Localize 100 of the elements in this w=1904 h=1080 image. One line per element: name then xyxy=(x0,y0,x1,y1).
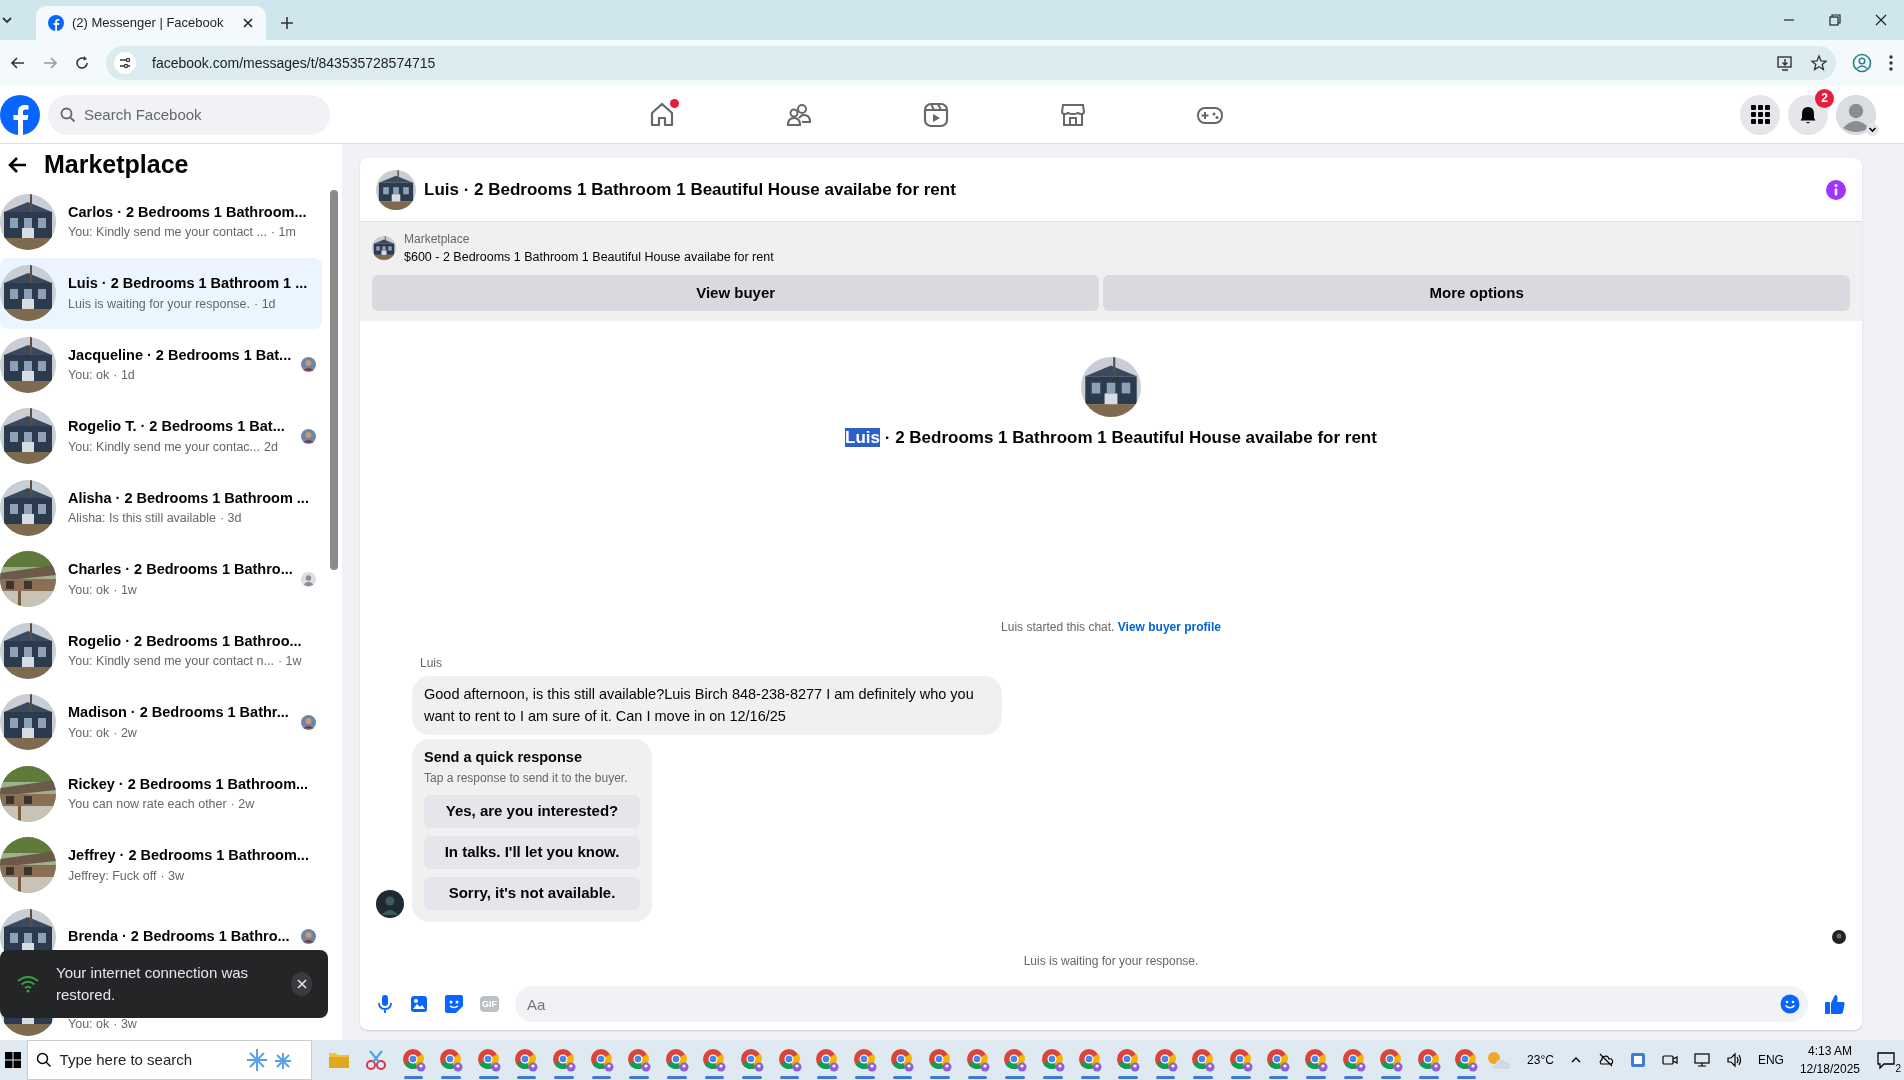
conversation-item[interactable]: Rogelio T. · 2 Bedrooms 1 Bat... You: Kindly send me your contac... 2d xyxy=(0,400,322,472)
quick-reply-button[interactable]: Yes, are you interested? xyxy=(424,795,640,828)
listing-heading: Luis · 2 Bedrooms 1 Bathroom 1 Beautiful House availabe for rent xyxy=(845,426,1377,449)
close-button[interactable] xyxy=(291,972,312,996)
video-icon[interactable] xyxy=(921,100,950,129)
microphone-icon[interactable] xyxy=(376,994,394,1014)
site-settings-icon[interactable] xyxy=(114,52,136,74)
reload-icon[interactable] xyxy=(74,55,90,71)
notifications-button[interactable] xyxy=(1788,94,1828,135)
profile-button[interactable] xyxy=(1836,94,1876,135)
chat-started-text: Luis started this chat. xyxy=(1001,619,1116,634)
network-icon[interactable] xyxy=(1693,1052,1710,1068)
scrollbar[interactable] xyxy=(1892,144,1904,1040)
chrome-icon[interactable] xyxy=(514,1048,539,1072)
chrome-icon[interactable] xyxy=(476,1048,501,1072)
chrome-icon[interactable] xyxy=(439,1048,464,1072)
browser-tab[interactable]: (2) Messenger | Facebook xyxy=(36,6,266,40)
chrome-icon[interactable] xyxy=(1078,1048,1103,1072)
conversation-item[interactable]: Rickey · 2 Bedrooms 1 Bathroom... You can now rate each other · 2w xyxy=(0,758,322,830)
chrome-icon[interactable] xyxy=(852,1048,877,1072)
chrome-icon[interactable] xyxy=(777,1048,802,1072)
quick-reply-button[interactable]: In talks. I'll let you know. xyxy=(424,836,640,869)
clock-date[interactable]: 12/18/2025 xyxy=(1799,1060,1860,1078)
chrome-icon[interactable] xyxy=(664,1048,689,1072)
chrome-icon[interactable] xyxy=(1303,1048,1328,1072)
conversation-name: Alisha · 2 Bedrooms 1 Bathroom ... xyxy=(68,488,310,508)
conversation-item[interactable]: Carlos · 2 Bedrooms 1 Bathroom... You: Kindly send me your contact ... · 1m xyxy=(0,186,322,258)
view-buyer-button[interactable]: View buyer xyxy=(372,274,1100,311)
message-preview: You: Kindly send me your contac... xyxy=(68,438,260,456)
sender-name: Luis xyxy=(420,654,442,672)
sticker-icon[interactable] xyxy=(444,994,464,1014)
chrome-icon[interactable] xyxy=(552,1048,577,1072)
search-field[interactable]: Search Facebook xyxy=(48,94,330,135)
install-icon[interactable] xyxy=(1776,54,1794,72)
conversation-name: Brenda · 2 Bedrooms 1 Bathro... xyxy=(68,926,291,946)
message-time: · 2w xyxy=(230,796,255,814)
scrollbar[interactable] xyxy=(330,190,338,570)
chrome-icon[interactable] xyxy=(1416,1048,1441,1072)
chrome-icon[interactable] xyxy=(1115,1048,1140,1072)
scissors-icon[interactable] xyxy=(365,1049,388,1071)
chrome-icon[interactable] xyxy=(1040,1048,1065,1072)
conversation-item[interactable]: Alisha · 2 Bedrooms 1 Bathroom ... Alisha: Is this still available · 3d xyxy=(0,472,322,544)
conversation-item[interactable]: Madison · 2 Bedrooms 1 Bathr... You: ok · 2w xyxy=(0,686,322,758)
conversation-item[interactable]: Rogelio · 2 Bedrooms 1 Bathroo... You: Kindly send me your contact n... · 1w xyxy=(0,615,322,687)
photo-icon[interactable] xyxy=(410,995,428,1013)
star-icon[interactable] xyxy=(1810,54,1828,72)
speaker-icon[interactable] xyxy=(1725,1052,1742,1068)
chrome-icon[interactable] xyxy=(1003,1048,1028,1072)
cloud-off-icon[interactable] xyxy=(1597,1052,1614,1068)
conversation-item[interactable]: Jacqueline · 2 Bedrooms 1 Bat... You: ok · 1d xyxy=(0,329,322,401)
view-buyer-profile-link[interactable]: View buyer profile xyxy=(1117,619,1221,634)
profile-icon[interactable] xyxy=(1852,53,1872,73)
chrome-icon[interactable] xyxy=(1191,1048,1216,1072)
quick-reply-button[interactable]: Sorry, it's not available. xyxy=(424,877,640,910)
info-icon[interactable] xyxy=(1826,179,1846,200)
more-icon[interactable] xyxy=(1888,54,1894,72)
avatar-icon xyxy=(1836,94,1876,135)
chrome-icon[interactable] xyxy=(1341,1048,1366,1072)
message-input[interactable]: Aa xyxy=(515,986,1808,1022)
chrome-icon[interactable] xyxy=(1153,1048,1178,1072)
message-preview: You can now rate each other xyxy=(68,796,227,814)
conversation-item[interactable]: Luis · 2 Bedrooms 1 Bathroom 1 ... Luis is waiting for your response. · 1d xyxy=(0,257,322,329)
forward-icon[interactable] xyxy=(42,55,58,71)
chrome-icon[interactable] xyxy=(589,1048,614,1072)
avatar-icon xyxy=(376,890,404,918)
chrome-icon[interactable] xyxy=(890,1048,915,1072)
back-icon[interactable] xyxy=(10,55,26,71)
chrome-icon[interactable] xyxy=(627,1048,652,1072)
close-icon[interactable] xyxy=(242,17,254,29)
close-icon[interactable] xyxy=(1874,13,1888,27)
chrome-icon[interactable] xyxy=(702,1048,727,1072)
chrome-icon[interactable] xyxy=(815,1048,840,1072)
thumbs-up-icon[interactable] xyxy=(1824,993,1846,1015)
menu-button[interactable] xyxy=(1740,94,1780,135)
chrome-icon[interactable] xyxy=(1228,1048,1253,1072)
language-indicator[interactable]: ENG xyxy=(1757,1051,1784,1069)
clock-time[interactable]: 4:13 AM xyxy=(1807,1042,1852,1060)
app-icon[interactable] xyxy=(1629,1052,1646,1068)
facebook-logo-icon[interactable] xyxy=(0,94,40,135)
chrome-icon[interactable] xyxy=(1266,1048,1291,1072)
chrome-icon[interactable] xyxy=(928,1048,952,1072)
chrome-icon[interactable] xyxy=(740,1048,765,1072)
conversation-item[interactable]: Charles · 2 Bedrooms 1 Bathro... You: ok · 1w xyxy=(0,543,322,615)
camera-icon[interactable] xyxy=(1661,1052,1678,1068)
conversation-item[interactable]: Jeffrey · 2 Bedrooms 1 Bathroom... Jeffrey: Fuck off · 3w xyxy=(0,829,322,901)
message-bubble: Good afternoon, is this still available?Luis Birch 848-238-8277 I am definitely who you want to rent to I am sure of it. Can I move in on 12/16/25 xyxy=(412,675,1002,736)
taskbar-search-field[interactable]: Type here to search xyxy=(26,1040,312,1080)
notification-center-icon[interactable] xyxy=(1876,1050,1896,1070)
message-preview: You: Kindly send me your contact ... xyxy=(68,224,267,242)
restore-icon[interactable] xyxy=(1828,13,1842,27)
message-preview: You: ok xyxy=(68,367,110,385)
new-tab-icon[interactable] xyxy=(280,16,294,30)
chrome-icon[interactable] xyxy=(1379,1048,1404,1072)
chrome-icon[interactable] xyxy=(1454,1048,1479,1072)
chrome-icon[interactable] xyxy=(965,1048,990,1072)
windows-start-icon[interactable] xyxy=(5,1052,22,1068)
emoji-icon[interactable] xyxy=(1780,994,1800,1014)
more-options-button[interactable]: More options xyxy=(1103,274,1850,311)
back-arrow-icon[interactable] xyxy=(8,155,28,175)
chrome-icon[interactable] xyxy=(401,1048,426,1072)
